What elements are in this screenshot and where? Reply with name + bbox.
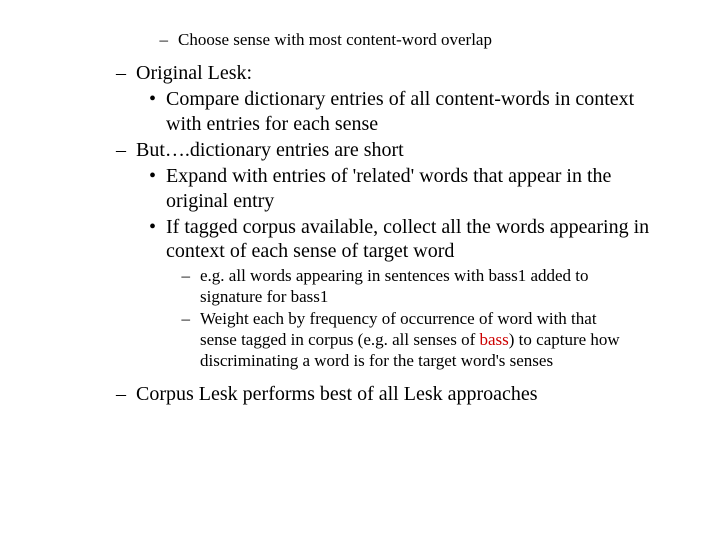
dash-icon: – bbox=[50, 30, 178, 51]
bullet-eg-bass1: – e.g. all words appearing in sentences … bbox=[50, 266, 670, 307]
text-original-lesk: Original Lesk: bbox=[136, 61, 670, 85]
text-expand-related: Expand with entries of 'related' words t… bbox=[166, 164, 670, 213]
dot-icon: • bbox=[50, 87, 166, 111]
dash-icon: – bbox=[50, 266, 200, 287]
text-weight-freq: Weight each by frequency of occurrence o… bbox=[200, 309, 670, 371]
text-top: Choose sense with most content-word over… bbox=[178, 30, 670, 51]
text-corpus-lesk: Corpus Lesk performs best of all Lesk ap… bbox=[136, 382, 670, 406]
weight-red-word: bass bbox=[479, 330, 508, 349]
bullet-compare-dict: • Compare dictionary entries of all cont… bbox=[50, 87, 670, 136]
dash-icon: – bbox=[50, 138, 136, 162]
bullet-weight-freq: – Weight each by frequency of occurrence… bbox=[50, 309, 670, 371]
dash-icon: – bbox=[50, 382, 136, 406]
slide-body: – Choose sense with most content-word ov… bbox=[0, 0, 720, 428]
text-but-short: But….dictionary entries are short bbox=[136, 138, 670, 162]
bullet-corpus-lesk: – Corpus Lesk performs best of all Lesk … bbox=[50, 382, 670, 406]
bullet-but-short: – But….dictionary entries are short bbox=[50, 138, 670, 162]
dash-icon: – bbox=[50, 61, 136, 85]
bullet-original-lesk: – Original Lesk: bbox=[50, 61, 670, 85]
bullet-top: – Choose sense with most content-word ov… bbox=[50, 30, 670, 51]
dot-icon: • bbox=[50, 215, 166, 239]
text-eg-bass1: e.g. all words appearing in sentences wi… bbox=[200, 266, 670, 307]
bullet-tagged-corpus: • If tagged corpus available, collect al… bbox=[50, 215, 670, 264]
dash-icon: – bbox=[50, 309, 200, 330]
text-tagged-corpus: If tagged corpus available, collect all … bbox=[166, 215, 670, 264]
dot-icon: • bbox=[50, 164, 166, 188]
bullet-expand-related: • Expand with entries of 'related' words… bbox=[50, 164, 670, 213]
text-compare-dict: Compare dictionary entries of all conten… bbox=[166, 87, 670, 136]
